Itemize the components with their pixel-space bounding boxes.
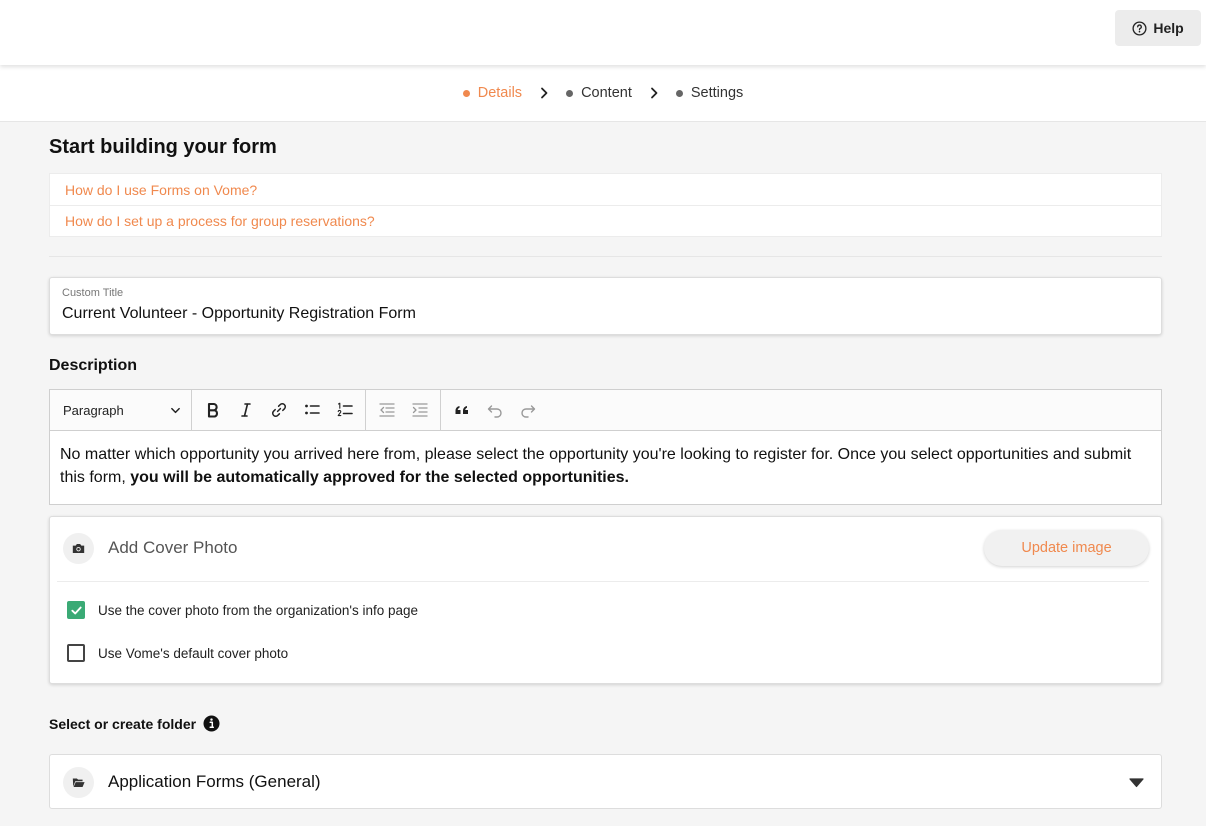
description-text-bold: you will be automatically approved for t…	[130, 469, 629, 486]
indent-button[interactable]	[403, 395, 436, 425]
block-format-select[interactable]: Paragraph	[50, 389, 192, 431]
checkmark-icon	[70, 606, 82, 614]
help-links-list: How do I use Forms on Vome? How do I set…	[49, 173, 1162, 237]
help-link-forms[interactable]: How do I use Forms on Vome?	[50, 174, 1161, 205]
folder-select[interactable]: Application Forms (General)	[49, 754, 1162, 809]
link-icon	[271, 403, 286, 417]
default-cover-photo-label: Use Vome's default cover photo	[98, 645, 289, 661]
redo-icon	[520, 405, 535, 418]
description-editor: Paragraph No matter which opportunity yo…	[49, 389, 1162, 505]
custom-title-label: Custom Title	[62, 287, 124, 299]
italic-icon	[240, 403, 251, 417]
org-cover-photo-option[interactable]: Use the cover photo from the organizatio…	[67, 601, 418, 619]
caret-down-icon	[1129, 778, 1144, 788]
update-image-button[interactable]: Update image	[984, 530, 1149, 566]
folder-section-label: Select or create folder	[49, 715, 220, 732]
undo-icon	[487, 405, 502, 418]
toolbar-group-format	[192, 389, 366, 431]
custom-title-value[interactable]: Current Volunteer - Opportunity Registra…	[62, 305, 416, 323]
blockquote-icon	[454, 406, 468, 414]
editor-toolbar: Paragraph	[50, 389, 1161, 431]
link-button[interactable]	[262, 395, 295, 425]
default-cover-photo-option[interactable]: Use Vome's default cover photo	[67, 644, 288, 662]
step-navigation: Details Content Settings	[0, 65, 1206, 122]
divider	[57, 581, 1149, 582]
bold-icon	[207, 402, 218, 418]
indent-icon	[411, 403, 428, 417]
step-content[interactable]: Content	[566, 85, 632, 101]
help-link-group-reservations[interactable]: How do I set up a process for group rese…	[50, 205, 1161, 236]
toolbar-group-indent	[366, 389, 441, 431]
info-icon[interactable]	[203, 715, 220, 732]
bullet-list-icon	[304, 404, 320, 415]
help-button[interactable]: Help	[1115, 10, 1201, 46]
step-dot	[675, 89, 683, 97]
cover-photo-card: Add Cover Photo Update image Use the cov…	[49, 516, 1162, 684]
bullet-list-button[interactable]	[295, 395, 328, 425]
default-cover-photo-checkbox[interactable]	[67, 644, 85, 662]
folder-open-icon	[72, 778, 85, 787]
italic-button[interactable]	[229, 395, 262, 425]
org-cover-photo-checkbox[interactable]	[67, 601, 85, 619]
step-label: Settings	[690, 85, 744, 101]
chevron-down-icon	[171, 407, 180, 413]
add-cover-photo-label: Add Cover Photo	[108, 538, 238, 557]
undo-button[interactable]	[478, 395, 511, 425]
description-text-area[interactable]: No matter which opportunity you arrived …	[50, 431, 1161, 501]
description-heading: Description	[49, 357, 138, 374]
folder-selected-value: Application Forms (General)	[108, 772, 321, 791]
toolbar-group-history	[441, 390, 548, 431]
top-bar: Help	[0, 0, 1206, 65]
folder-icon-circle	[63, 767, 94, 798]
folder-label-text: Select or create folder	[49, 715, 197, 732]
page-title: Start building your form	[49, 136, 277, 158]
bold-button[interactable]	[196, 395, 229, 425]
outdent-icon	[378, 403, 395, 417]
outdent-button[interactable]	[370, 395, 403, 425]
numbered-list-button[interactable]	[328, 395, 361, 425]
step-details[interactable]: Details	[462, 85, 523, 101]
step-label: Content	[581, 85, 632, 101]
step-dot	[566, 89, 574, 97]
help-button-label: Help	[1153, 20, 1184, 36]
block-format-value: Paragraph	[63, 402, 124, 418]
camera-icon	[72, 544, 85, 553]
divider	[49, 256, 1162, 257]
step-label: Details	[477, 85, 523, 101]
numbered-list-icon	[337, 402, 353, 417]
redo-button[interactable]	[511, 395, 544, 425]
step-dot	[462, 89, 470, 97]
chevron-right-icon	[650, 87, 658, 99]
help-circle-icon	[1132, 20, 1147, 36]
step-settings[interactable]: Settings	[675, 85, 744, 101]
blockquote-button[interactable]	[445, 395, 478, 425]
chevron-right-icon	[541, 87, 548, 99]
custom-title-field[interactable]: Custom Title Current Volunteer - Opportu…	[49, 277, 1162, 335]
cover-photo-icon-circle	[63, 533, 94, 564]
org-cover-photo-label: Use the cover photo from the organizatio…	[98, 602, 419, 618]
